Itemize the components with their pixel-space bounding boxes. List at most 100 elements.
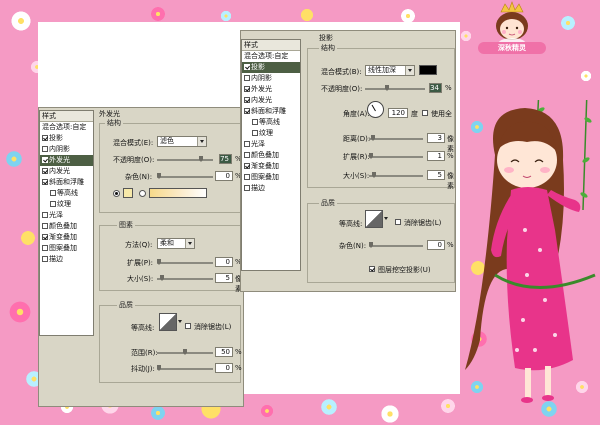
blend-mode-dropdown[interactable]: 滤色	[157, 136, 207, 147]
style-checkbox[interactable]	[42, 223, 48, 229]
distance-input[interactable]: 3	[427, 133, 445, 143]
style-checkbox[interactable]	[42, 168, 48, 174]
styles-list-item[interactable]: 颜色叠加	[40, 221, 93, 232]
style-checkbox[interactable]	[244, 174, 250, 180]
knockout-checkbox[interactable]	[369, 266, 375, 272]
style-checkbox[interactable]	[42, 245, 48, 251]
solid-color-radio[interactable]	[113, 190, 120, 197]
styles-list-item[interactable]: 图案叠加	[242, 172, 300, 183]
size-unit: 像素	[447, 172, 454, 190]
style-label: 渐变叠加	[49, 233, 77, 241]
style-checkbox[interactable]	[50, 190, 56, 196]
opacity-slider[interactable]	[365, 85, 425, 91]
opacity-input[interactable]: 75	[219, 154, 232, 164]
spread-input[interactable]: 1	[427, 151, 445, 161]
range-label: 范围(R):	[131, 349, 158, 357]
contour-preview[interactable]	[365, 210, 383, 228]
blend-mode-dropdown[interactable]: 线性加深	[365, 65, 415, 76]
styles-list-item[interactable]: 内发光	[242, 95, 300, 106]
chevron-down-icon[interactable]	[405, 66, 414, 75]
gradient-radio[interactable]	[139, 190, 146, 197]
noise-slider[interactable]	[157, 173, 213, 179]
angle-input[interactable]: 120	[388, 108, 408, 118]
styles-list-item[interactable]: 斜面和浮雕	[242, 106, 300, 117]
antialias-checkbox[interactable]	[185, 323, 191, 329]
style-checkbox[interactable]	[244, 64, 250, 70]
contour-chevron-down-icon[interactable]	[384, 217, 388, 222]
style-checkbox[interactable]	[244, 86, 250, 92]
jitter-input[interactable]: 0	[215, 363, 233, 373]
size-slider[interactable]	[369, 172, 423, 178]
styles-list-item[interactable]: 外发光	[242, 84, 300, 95]
styles-list-item[interactable]: 混合选项:自定	[242, 51, 300, 62]
styles-list-item[interactable]: 内发光	[40, 166, 93, 177]
angle-dial[interactable]	[367, 101, 384, 118]
style-checkbox[interactable]	[244, 163, 250, 169]
method-dropdown[interactable]: 柔和	[157, 238, 195, 249]
spread-slider[interactable]	[369, 153, 423, 159]
noise-slider[interactable]	[369, 242, 423, 248]
range-slider[interactable]	[157, 349, 213, 355]
styles-list-item[interactable]: 内阴影	[40, 144, 93, 155]
style-checkbox[interactable]	[252, 119, 258, 125]
style-checkbox[interactable]	[244, 108, 250, 114]
shadow-color-swatch[interactable]	[419, 65, 437, 75]
styles-list-item[interactable]: 投影	[242, 62, 300, 73]
range-input[interactable]: 50	[215, 347, 233, 357]
styles-list-item[interactable]: 渐变叠加	[40, 232, 93, 243]
styles-list-item[interactable]: 光泽	[242, 139, 300, 150]
styles-list-item[interactable]: 纹理	[242, 128, 300, 139]
chevron-down-icon[interactable]	[197, 137, 206, 146]
size-input[interactable]: 5	[427, 170, 445, 180]
glow-color-swatch[interactable]	[123, 188, 133, 198]
noise-input[interactable]: 0	[427, 240, 445, 250]
styles-list-item[interactable]: 混合选项:自定	[40, 122, 93, 133]
styles-list-item[interactable]: 光泽	[40, 210, 93, 221]
noise-input[interactable]: 0	[215, 171, 233, 181]
spread-input[interactable]: 0	[215, 257, 233, 267]
style-checkbox[interactable]	[244, 75, 250, 81]
spread-slider[interactable]	[157, 259, 213, 265]
glow-gradient-swatch[interactable]	[149, 188, 207, 198]
global-light-checkbox[interactable]	[422, 110, 428, 116]
flower-icon	[460, 30, 472, 42]
styles-list-item[interactable]: 描边	[40, 254, 93, 265]
styles-list-item[interactable]: 渐变叠加	[242, 161, 300, 172]
chevron-down-icon[interactable]	[185, 239, 194, 248]
style-checkbox[interactable]	[244, 152, 250, 158]
styles-list-item[interactable]: 等高线	[40, 188, 93, 199]
style-checkbox[interactable]	[42, 157, 48, 163]
styles-list-item[interactable]: 等高线	[242, 117, 300, 128]
style-checkbox[interactable]	[42, 179, 48, 185]
style-checkbox[interactable]	[252, 130, 258, 136]
style-checkbox[interactable]	[42, 135, 48, 141]
style-checkbox[interactable]	[42, 256, 48, 262]
style-label: 纹理	[57, 200, 71, 208]
distance-slider[interactable]	[369, 135, 423, 141]
styles-list-item[interactable]: 内阴影	[242, 73, 300, 84]
styles-list-item[interactable]: 外发光	[40, 155, 93, 166]
size-slider[interactable]	[157, 275, 213, 281]
style-checkbox[interactable]	[50, 201, 56, 207]
styles-list-item[interactable]: 描边	[242, 183, 300, 194]
styles-list-item[interactable]: 投影	[40, 133, 93, 144]
opacity-slider[interactable]	[157, 156, 213, 162]
style-checkbox[interactable]	[42, 212, 48, 218]
contour-preview[interactable]	[159, 313, 177, 331]
size-input[interactable]: 5	[215, 273, 233, 283]
styles-list-item[interactable]: 斜面和浮雕	[40, 177, 93, 188]
style-checkbox[interactable]	[42, 146, 48, 152]
opacity-input[interactable]: 34	[429, 83, 442, 93]
noise-label: 杂色(N):	[339, 242, 367, 250]
antialias-checkbox[interactable]	[395, 219, 401, 225]
contour-chevron-down-icon[interactable]	[178, 320, 182, 325]
jitter-slider[interactable]	[157, 365, 213, 371]
style-checkbox[interactable]	[244, 97, 250, 103]
styles-list-item[interactable]: 纹理	[40, 199, 93, 210]
style-checkbox[interactable]	[42, 234, 48, 240]
style-checkbox[interactable]	[244, 185, 250, 191]
styles-list-item[interactable]: 图案叠加	[40, 243, 93, 254]
style-checkbox[interactable]	[244, 141, 250, 147]
styles-list-item[interactable]: 颜色叠加	[242, 150, 300, 161]
style-label: 外发光	[49, 156, 70, 164]
